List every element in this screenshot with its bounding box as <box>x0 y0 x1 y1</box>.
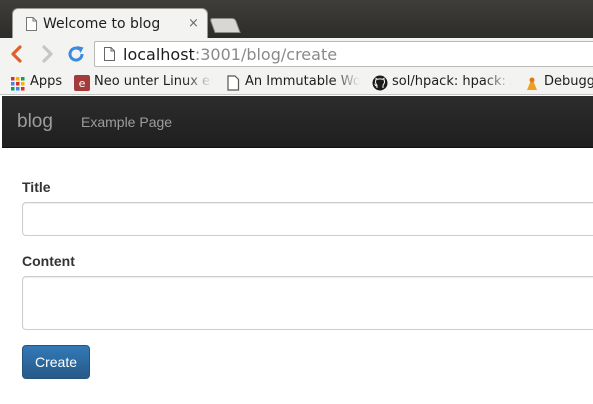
bookmark-immutable-world[interactable]: An Immutable World <box>225 74 360 92</box>
bookmark-label: Neo unter Linux einrichten <box>94 74 212 89</box>
url-text: localhost:3001/blog/create <box>123 45 337 64</box>
title-label: Title <box>22 179 51 195</box>
site-navbar: blog Example Page <box>2 96 593 148</box>
browser-tab[interactable]: Welcome to blog × <box>12 8 208 40</box>
nav-link-example-page[interactable]: Example Page <box>81 114 172 130</box>
bookmark-label: Debugging <box>544 74 593 89</box>
github-icon <box>372 75 388 91</box>
bookmark-label: An Immutable World <box>245 74 360 89</box>
create-button[interactable]: Create <box>22 345 90 379</box>
bookmark-apps[interactable]: Apps <box>10 74 66 92</box>
bookmark-label: Apps <box>30 74 63 89</box>
bookmark-favicon: e <box>74 75 90 91</box>
reload-icon[interactable] <box>66 44 86 64</box>
address-bar[interactable]: localhost:3001/blog/create <box>94 41 593 67</box>
navbar-brand[interactable]: blog <box>17 111 53 133</box>
tab-title: Welcome to blog <box>43 16 161 32</box>
url-host: localhost <box>123 45 195 64</box>
svg-text:e: e <box>79 77 86 90</box>
apps-grid-icon <box>11 77 25 91</box>
page-icon <box>26 17 37 31</box>
content-textarea[interactable] <box>22 276 593 330</box>
page-icon <box>104 47 115 61</box>
bookmark-hpack[interactable]: sol/hpack: hpack: An alternative format <box>372 74 512 92</box>
bookmark-label: sol/hpack: hpack: An alternative format <box>392 74 512 89</box>
bookmark-debugging[interactable]: Debugging <box>524 74 593 92</box>
title-input[interactable] <box>22 202 593 236</box>
back-arrow-icon[interactable] <box>7 44 27 64</box>
tab-close-icon[interactable]: × <box>188 16 199 31</box>
bookmarks-bar: Apps e Neo unter Linux einrichten An Imm… <box>0 70 593 95</box>
new-tab-button[interactable] <box>209 18 241 33</box>
bookmark-neo[interactable]: e Neo unter Linux einrichten <box>74 74 212 92</box>
tab-strip: Welcome to blog × <box>0 0 593 40</box>
bookmark-favicon <box>527 77 537 90</box>
page-icon <box>227 75 240 91</box>
content-label: Content <box>22 253 75 269</box>
url-path: :3001/blog/create <box>194 45 338 64</box>
forward-arrow-icon[interactable] <box>37 44 57 64</box>
